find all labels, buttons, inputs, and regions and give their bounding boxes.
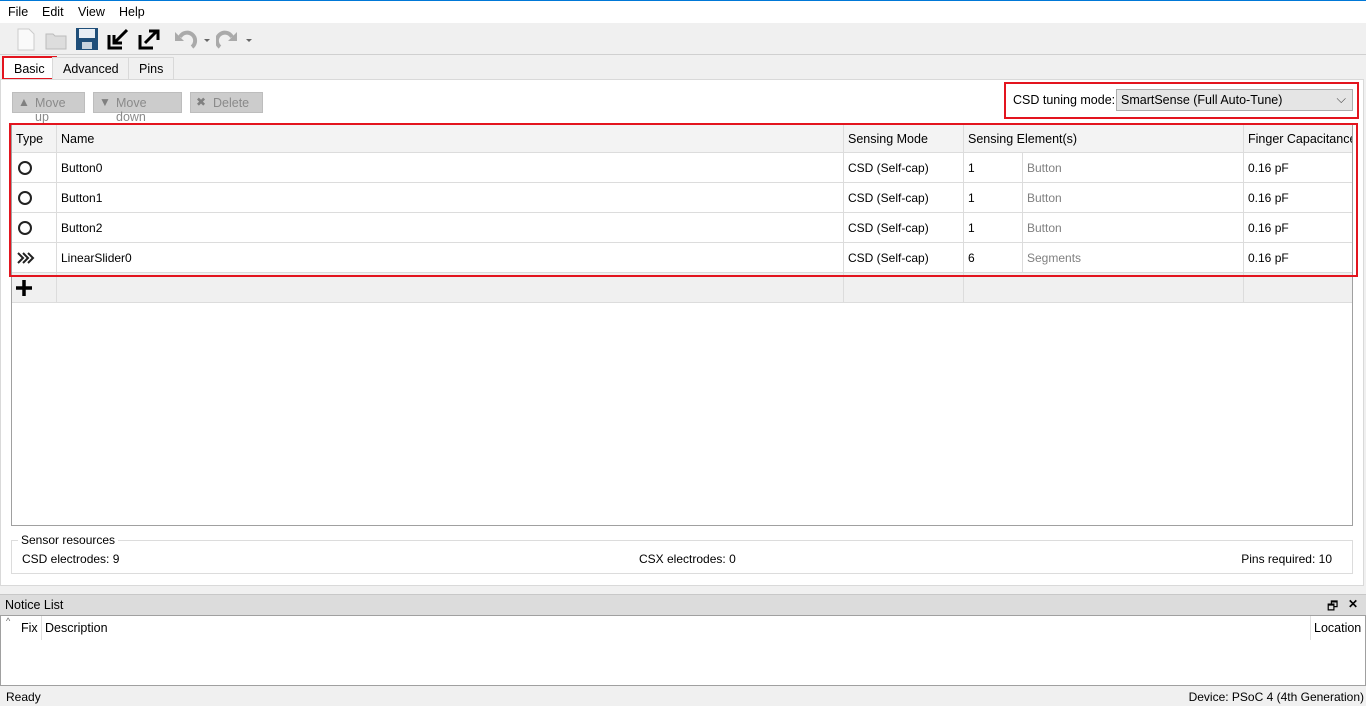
element-count[interactable]: 1 — [964, 183, 1023, 212]
element-type: Segments — [1023, 243, 1244, 272]
menu-edit[interactable]: Edit — [42, 5, 64, 19]
finger-capacitance[interactable]: 0.16 pF — [1244, 183, 1352, 212]
col-description[interactable]: Description — [45, 621, 108, 635]
header-sensing-elements[interactable]: Sensing Element(s) — [964, 125, 1244, 152]
finger-capacitance[interactable]: 0.16 pF — [1244, 213, 1352, 242]
table-header: Type Name Sensing Mode Sensing Element(s… — [12, 125, 1352, 153]
close-icon[interactable]: ✕ — [1348, 597, 1358, 611]
device-text: Device: PSoC 4 (4th Generation) — [1188, 690, 1364, 704]
undo-icon[interactable] — [172, 27, 212, 51]
menu-help[interactable]: Help — [119, 5, 145, 19]
element-type: Button — [1023, 213, 1244, 242]
save-icon[interactable] — [75, 27, 99, 51]
sensing-mode[interactable]: CSD (Self-cap) — [844, 183, 964, 212]
finger-capacitance[interactable]: 0.16 pF — [1244, 153, 1352, 182]
csx-electrodes: CSX electrodes: 0 — [639, 552, 736, 566]
widget-table: Type Name Sensing Mode Sensing Element(s… — [11, 124, 1353, 526]
menu-bar: File Edit View Help — [0, 0, 1366, 23]
element-type: Button — [1023, 183, 1244, 212]
element-count[interactable]: 6 — [964, 243, 1023, 272]
toolbar — [0, 23, 1366, 55]
pins-required: Pins required: 10 — [1241, 552, 1332, 566]
move-down-button[interactable]: ▼ Move down — [93, 92, 182, 124]
tab-advanced[interactable]: Advanced — [52, 57, 130, 79]
plus-icon[interactable] — [12, 273, 57, 302]
widget-name[interactable]: Button2 — [57, 213, 844, 242]
widget-name[interactable]: Button1 — [57, 183, 844, 212]
tab-pins[interactable]: Pins — [128, 57, 175, 79]
table-row[interactable]: Button1 CSD (Self-cap) 1 Button 0.16 pF — [12, 183, 1352, 213]
widget-name[interactable]: Button0 — [57, 153, 844, 182]
arrow-down-icon: ▼ — [99, 95, 111, 109]
chevron-down-icon: ⌵ — [1336, 92, 1346, 106]
sensor-resources-group: Sensor resources CSD electrodes: 9 CSX e… — [11, 533, 1353, 574]
table-row[interactable]: Button2 CSD (Self-cap) 1 Button 0.16 pF — [12, 213, 1352, 243]
sensing-mode[interactable]: CSD (Self-cap) — [844, 153, 964, 182]
element-type: Button — [1023, 153, 1244, 182]
notice-list: ^ Fix Description Location — [0, 615, 1366, 686]
move-up-button[interactable]: ▲ Move up — [12, 92, 85, 124]
redo-icon[interactable] — [214, 27, 256, 51]
header-type[interactable]: Type — [12, 125, 57, 152]
button-circle-icon — [12, 213, 57, 242]
notice-list-header: Notice List 🗗 ✕ — [0, 594, 1366, 615]
sensing-mode[interactable]: CSD (Self-cap) — [844, 213, 964, 242]
sensing-mode[interactable]: CSD (Self-cap) — [844, 243, 964, 272]
delete-x-icon: ✖ — [196, 95, 207, 109]
status-text: Ready — [6, 690, 41, 704]
tuning-mode-label: CSD tuning mode: — [1013, 93, 1116, 107]
col-location[interactable]: Location — [1314, 621, 1361, 635]
element-count[interactable]: 1 — [964, 213, 1023, 242]
import-icon[interactable] — [106, 27, 130, 51]
csd-electrodes: CSD electrodes: 9 — [22, 552, 120, 566]
element-count[interactable]: 1 — [964, 153, 1023, 182]
table-row[interactable]: LinearSlider0 CSD (Self-cap) 6 Segments … — [12, 243, 1352, 273]
sort-caret-icon: ^ — [6, 616, 11, 626]
delete-button[interactable]: ✖ Delete — [190, 92, 263, 113]
arrow-up-icon: ▲ — [18, 95, 30, 109]
table-row[interactable]: Button0 CSD (Self-cap) 1 Button 0.16 pF — [12, 153, 1352, 183]
status-bar: Ready Device: PSoC 4 (4th Generation) — [0, 688, 1366, 706]
menu-file[interactable]: File — [8, 5, 28, 19]
add-widget-row[interactable] — [12, 273, 1352, 303]
header-name[interactable]: Name — [57, 125, 844, 152]
slider-chevron-icon — [12, 243, 57, 272]
export-icon[interactable] — [137, 27, 161, 51]
tuning-mode-select[interactable]: SmartSense (Full Auto-Tune) ⌵ — [1116, 89, 1353, 111]
tab-basic[interactable]: Basic — [2, 56, 57, 80]
open-folder-icon[interactable] — [44, 27, 68, 51]
finger-capacitance[interactable]: 0.16 pF — [1244, 243, 1352, 272]
header-finger-capacitance[interactable]: Finger Capacitance — [1244, 125, 1352, 152]
widget-name[interactable]: LinearSlider0 — [57, 243, 844, 272]
col-fix[interactable]: Fix — [21, 621, 38, 635]
sensor-resources-title: Sensor resources — [18, 533, 119, 547]
new-file-icon[interactable] — [14, 27, 38, 51]
menu-view[interactable]: View — [78, 5, 105, 19]
button-circle-icon — [12, 183, 57, 212]
header-sensing-mode[interactable]: Sensing Mode — [844, 125, 964, 152]
button-circle-icon — [12, 153, 57, 182]
